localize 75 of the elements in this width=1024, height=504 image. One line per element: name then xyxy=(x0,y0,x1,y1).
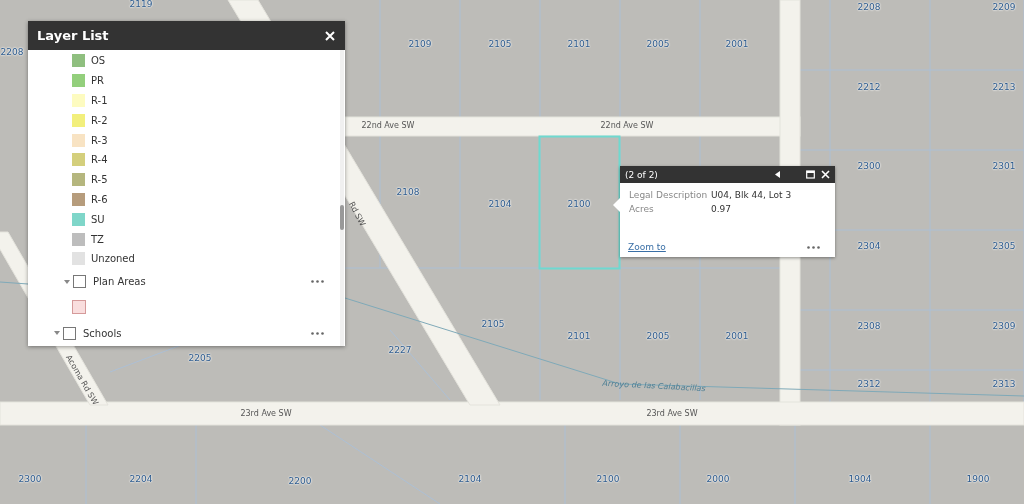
parcel-number: 2101 xyxy=(567,331,591,341)
legend-label: TZ xyxy=(91,233,104,245)
street-label: 23rd Ave SW xyxy=(646,408,698,418)
parcel-number: 2000 xyxy=(706,474,730,484)
street-label: 22nd Ave SW xyxy=(361,120,415,130)
parcel-number: 2108 xyxy=(396,187,420,197)
parcel-number: 2313 xyxy=(992,379,1016,389)
parcel-number: 2301 xyxy=(992,161,1016,171)
parcel-number: 2105 xyxy=(481,319,505,329)
parcel-number: 2304 xyxy=(857,241,881,251)
field-value: U04, Blk 44, Lot 3 xyxy=(711,190,792,200)
parcel-number: 1904 xyxy=(848,474,872,484)
parcel-number: 2300 xyxy=(18,474,42,484)
maximize-icon[interactable] xyxy=(806,170,815,179)
parcel-number: 2100 xyxy=(596,474,620,484)
legend-label: R-2 xyxy=(91,114,108,126)
layer-name: Schools xyxy=(83,327,123,339)
popup-title: (2 of 2) xyxy=(625,169,659,180)
field-label: Acres xyxy=(629,204,655,214)
caret-icon[interactable] xyxy=(64,279,70,284)
parcel-number: 2213 xyxy=(992,82,1016,92)
legend-label: R-3 xyxy=(91,134,108,146)
parcel-number: 2104 xyxy=(458,474,482,484)
parcel-number: 2204 xyxy=(129,474,153,484)
parcel-number: 2005 xyxy=(646,39,670,49)
parcel-number: 2005 xyxy=(646,331,670,341)
scrollbar-thumb[interactable] xyxy=(340,205,344,230)
legend-label: R-1 xyxy=(91,95,108,106)
scrollbar[interactable] xyxy=(340,50,344,346)
legend-label: PR xyxy=(91,75,104,87)
more-icon[interactable] xyxy=(807,245,820,249)
legend-label: R-5 xyxy=(91,174,108,186)
legend-label: SU xyxy=(91,213,105,225)
parcel-number: 2001 xyxy=(725,331,749,341)
parcel-number: 2101 xyxy=(567,39,591,49)
parcel-number: 2309 xyxy=(992,321,1016,331)
legend-label: OS xyxy=(91,55,106,67)
parcel-number: 2105 xyxy=(488,39,512,49)
street-label: 22nd Ave SW xyxy=(600,120,654,130)
legend-label: R-6 xyxy=(91,193,108,205)
parcel-number: 2104 xyxy=(488,199,512,209)
parcel-number: 2312 xyxy=(857,379,881,389)
parcel-number: 2119 xyxy=(129,0,153,9)
panel-title: Layer List xyxy=(37,28,109,43)
caret-icon[interactable] xyxy=(54,331,60,336)
zoom-to-link[interactable]: Zoom to xyxy=(628,242,666,252)
legend-label: Unzoned xyxy=(91,253,135,265)
parcel-number: 2200 xyxy=(288,476,312,486)
parcel-number: 2109 xyxy=(408,39,432,49)
legend-label: R-4 xyxy=(91,154,108,166)
close-icon[interactable] xyxy=(821,170,830,179)
checkbox[interactable] xyxy=(73,275,86,289)
parcel-number: 2208 xyxy=(0,47,24,57)
parcel-number: 2308 xyxy=(857,321,881,331)
field-label: Legal Description xyxy=(629,190,709,200)
parcel-number: 2305 xyxy=(992,241,1016,251)
parcel-number: 2208 xyxy=(857,2,881,12)
stream-label: Arroyo de las Calabacillas xyxy=(602,378,706,394)
close-icon[interactable] xyxy=(325,30,335,41)
previous-icon[interactable] xyxy=(773,170,782,179)
more-icon[interactable] xyxy=(311,280,324,284)
parcel-number: 2300 xyxy=(857,161,881,171)
parcel-number: 1900 xyxy=(966,474,990,484)
parcel-number: 2212 xyxy=(857,82,881,92)
more-icon[interactable] xyxy=(311,331,324,335)
parcel-number: 2209 xyxy=(992,2,1016,12)
street-label: 23rd Ave SW xyxy=(240,408,292,418)
street-label: Rd SW xyxy=(346,200,368,228)
parcel-number: 2227 xyxy=(388,345,412,355)
parcel-number: 2100 xyxy=(567,199,591,209)
parcel-number: 2205 xyxy=(188,353,212,363)
layer-name: Plan Areas xyxy=(93,276,147,288)
parcel-number: 2001 xyxy=(725,39,749,49)
field-value: 0.97 xyxy=(711,204,732,214)
checkbox[interactable] xyxy=(63,326,76,340)
